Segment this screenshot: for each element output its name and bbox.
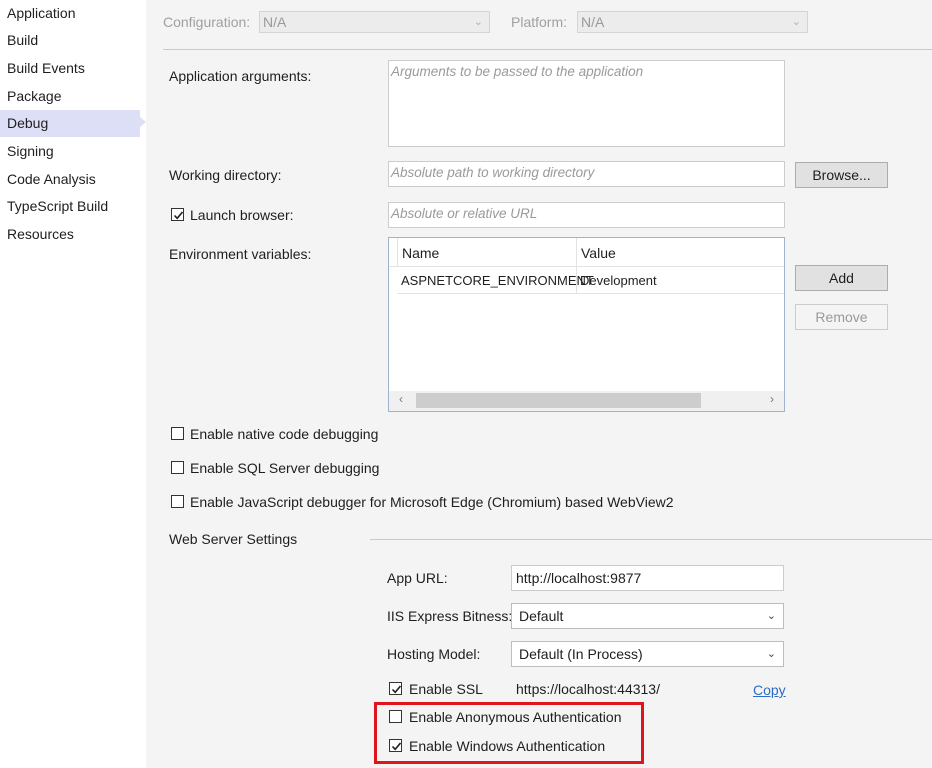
remove-button[interactable]: Remove: [795, 304, 888, 330]
launch-browser-label: Launch browser:: [190, 207, 294, 223]
add-button[interactable]: Add: [795, 265, 888, 291]
column-header-value[interactable]: Value: [581, 245, 616, 261]
enable-ssl-label: Enable SSL: [409, 681, 483, 697]
chevron-down-icon: ⌄: [766, 610, 776, 622]
sidebar-nav: Application Build Build Events Package D…: [0, 0, 146, 768]
web-server-section-title: Web Server Settings: [169, 531, 298, 547]
section-divider: [370, 539, 932, 540]
native-debug-checkbox[interactable]: [171, 427, 184, 440]
js-debug-checkbox[interactable]: [171, 495, 184, 508]
horizontal-scrollbar[interactable]: ‹ ›: [389, 391, 784, 411]
js-debug-label: Enable JavaScript debugger for Microsoft…: [190, 494, 674, 510]
app-args-label: Application arguments:: [169, 68, 312, 84]
launch-url-placeholder: Absolute or relative URL: [391, 206, 538, 221]
check-icon: [173, 211, 184, 220]
hosting-model-value: Default (In Process): [519, 646, 643, 662]
native-debug-label: Enable native code debugging: [190, 426, 379, 442]
configuration-label: Configuration:: [163, 14, 251, 30]
platform-label: Platform:: [511, 14, 568, 30]
configuration-value: N/A: [263, 14, 287, 30]
enable-ssl-checkbox[interactable]: [389, 682, 402, 695]
working-dir-placeholder: Absolute path to working directory: [391, 165, 595, 180]
copy-link[interactable]: Copy: [753, 682, 786, 698]
app-args-placeholder: Arguments to be passed to the applicatio…: [391, 64, 644, 79]
hosting-model-select[interactable]: Default (In Process) ⌄: [511, 641, 784, 667]
app-url-label: App URL:: [387, 570, 448, 586]
sql-debug-label: Enable SQL Server debugging: [190, 460, 380, 476]
configuration-select: N/A ⌄: [259, 11, 490, 33]
working-dir-input[interactable]: Absolute path to working directory: [388, 161, 785, 187]
ssl-url: https://localhost:44313/: [516, 681, 660, 697]
env-vars-table: Name Value ASPNETCORE_ENVIRONMENT Develo…: [388, 237, 785, 412]
column-divider: [397, 238, 398, 266]
app-url-value: http://localhost:9877: [516, 570, 642, 586]
scroll-left-icon[interactable]: ‹: [399, 392, 403, 406]
app-args-input[interactable]: Arguments to be passed to the applicatio…: [388, 60, 785, 147]
launch-browser-checkbox[interactable]: [171, 208, 184, 221]
sidebar-item-application[interactable]: Application: [0, 0, 140, 27]
chevron-down-icon: ⌄: [791, 16, 801, 28]
sidebar-item-debug[interactable]: Debug: [0, 110, 140, 137]
hosting-model-label: Hosting Model:: [387, 646, 481, 662]
column-header-name[interactable]: Name: [402, 245, 439, 261]
iis-bitness-select[interactable]: Default ⌄: [511, 603, 784, 629]
highlight-box: [374, 702, 644, 764]
app-url-input[interactable]: http://localhost:9877: [511, 565, 784, 591]
sidebar-item-resources[interactable]: Resources: [0, 221, 140, 248]
platform-select: N/A ⌄: [577, 11, 808, 33]
scroll-right-icon[interactable]: ›: [770, 392, 774, 406]
sql-debug-checkbox[interactable]: [171, 461, 184, 474]
iis-bitness-value: Default: [519, 608, 564, 624]
header-divider: [163, 49, 932, 50]
launch-url-input[interactable]: Absolute or relative URL: [388, 202, 785, 228]
browse-button[interactable]: Browse...: [795, 162, 888, 188]
platform-value: N/A: [581, 14, 605, 30]
env-var-name: ASPNETCORE_ENVIRONMENT: [401, 273, 594, 288]
check-icon: [391, 685, 402, 694]
sidebar-item-build-events[interactable]: Build Events: [0, 55, 140, 82]
env-var-value: Development: [580, 273, 657, 288]
sidebar-item-package[interactable]: Package: [0, 83, 140, 110]
iis-bitness-label: IIS Express Bitness:: [387, 608, 513, 624]
sidebar-item-signing[interactable]: Signing: [0, 138, 140, 165]
env-vars-label: Environment variables:: [169, 246, 312, 262]
scrollbar-thumb[interactable]: [416, 393, 701, 408]
working-dir-label: Working directory:: [169, 167, 282, 183]
chevron-down-icon: ⌄: [473, 16, 483, 28]
sidebar-item-build[interactable]: Build: [0, 27, 140, 54]
sidebar-item-code-analysis[interactable]: Code Analysis: [0, 166, 140, 193]
chevron-down-icon: ⌄: [766, 648, 776, 660]
table-row[interactable]: ASPNETCORE_ENVIRONMENT Development: [397, 266, 784, 294]
sidebar-item-typescript-build[interactable]: TypeScript Build: [0, 193, 140, 220]
